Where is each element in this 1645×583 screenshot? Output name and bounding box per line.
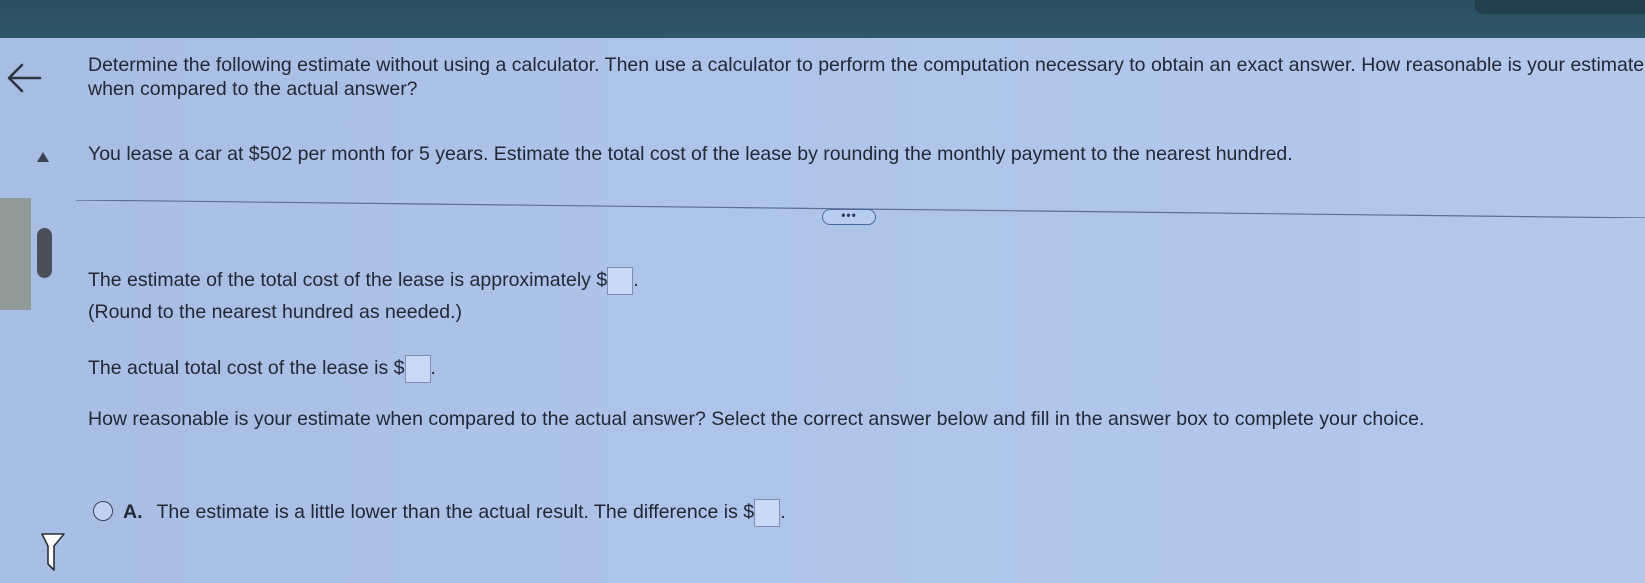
rounding-note: (Round to the nearest hundred as needed.… [88, 301, 463, 323]
option-a-radio[interactable] [93, 501, 113, 522]
estimate-question: The estimate of the total cost of the le… [88, 267, 639, 295]
option-a-text: The estimate is a little lower than the … [156, 501, 755, 524]
option-a-answer-box[interactable] [754, 499, 781, 527]
window-top-bar [0, 0, 1645, 38]
scrollbar-thumb[interactable] [37, 228, 52, 278]
actual-question: The actual total cost of the lease is $. [88, 355, 436, 383]
reasonableness-prompt: How reasonable is your estimate when com… [88, 408, 1425, 430]
side-strip [0, 198, 31, 310]
scroll-up-triangle-icon[interactable] [36, 151, 50, 163]
estimate-answer-box[interactable] [607, 267, 634, 295]
estimate-label: The estimate of the total cost of the le… [88, 269, 608, 292]
option-a-letter: A. [123, 501, 143, 524]
back-arrow-icon[interactable] [4, 58, 44, 98]
question-instruction: Determine the following estimate without… [88, 54, 1645, 100]
actual-label: The actual total cost of the lease is $ [88, 357, 405, 380]
expand-more-button[interactable]: ••• [822, 209, 876, 225]
mouse-cursor-icon [41, 533, 65, 571]
actual-answer-box[interactable] [404, 355, 431, 383]
top-bar-tab [1475, 0, 1645, 14]
option-a[interactable]: A. The estimate is a little lower than th… [93, 499, 786, 527]
question-problem: You lease a car at $502 per month for 5 … [88, 143, 1293, 165]
